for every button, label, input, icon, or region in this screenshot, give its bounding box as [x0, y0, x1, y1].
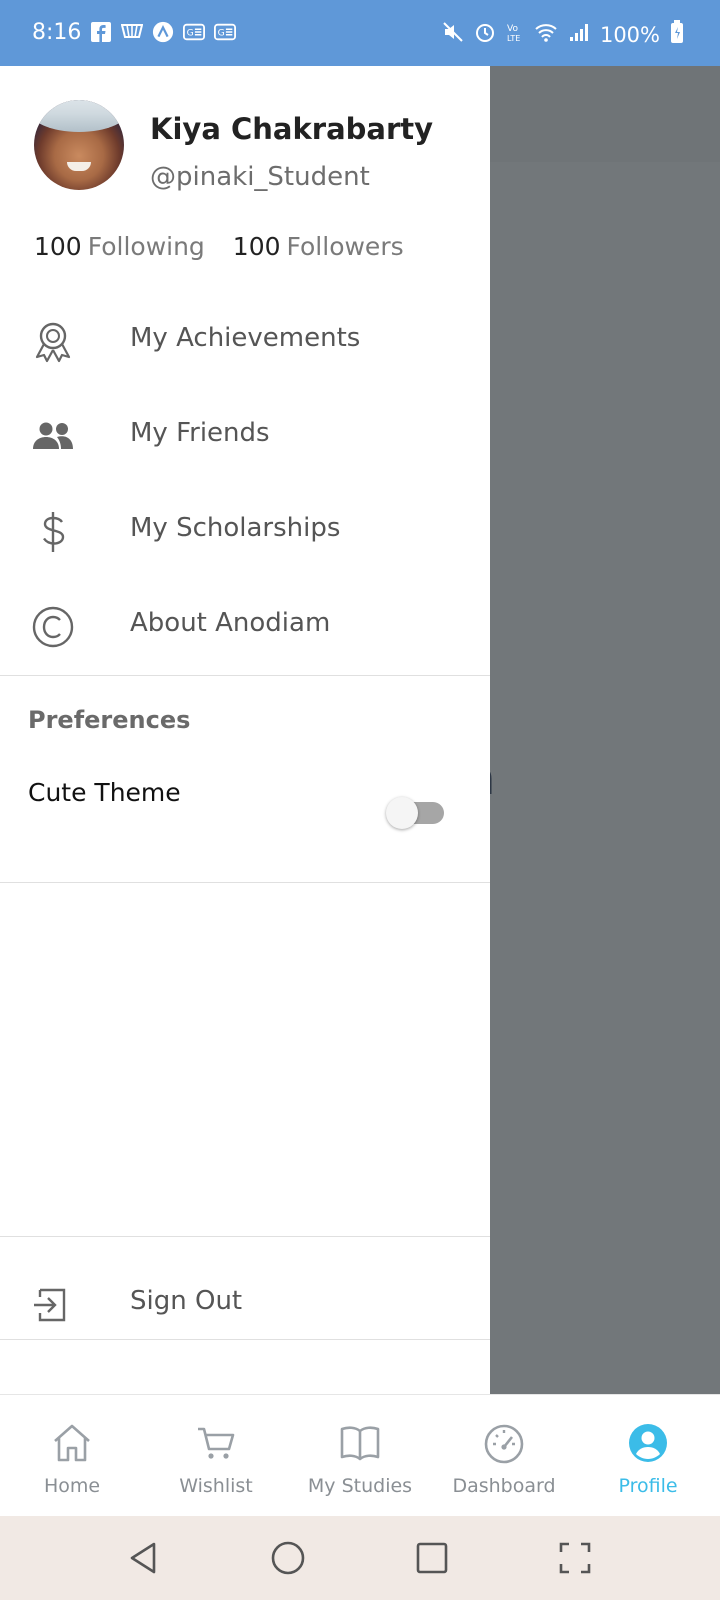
app-icon	[152, 21, 174, 43]
nav-wishlist-label: Wishlist	[179, 1475, 253, 1497]
back-icon[interactable]	[122, 1536, 166, 1580]
people-icon	[30, 414, 76, 460]
mute-icon	[442, 21, 464, 48]
menu-label-achievements: My Achievements	[130, 323, 361, 353]
cute-theme-toggle[interactable]	[386, 797, 444, 829]
recents-icon[interactable]	[410, 1536, 454, 1580]
facebook-icon	[90, 21, 112, 43]
svg-text:G: G	[218, 28, 225, 39]
notification-icon	[121, 21, 143, 43]
avatar-hat	[34, 100, 124, 132]
nav-my-studies-label: My Studies	[307, 1475, 413, 1497]
sign-out-icon	[30, 1282, 76, 1328]
dollar-icon	[30, 509, 76, 555]
menu-item-achievements[interactable]: My Achievements	[0, 299, 490, 379]
award-ribbon-icon	[30, 319, 76, 365]
bottom-navigation: Home Wishlist My Studies Dashboard Profi…	[0, 1394, 720, 1516]
sign-out-label: Sign Out	[130, 1286, 243, 1316]
followers-label: Followers	[286, 232, 404, 261]
svg-text:LTE: LTE	[507, 34, 520, 43]
nav-my-studies[interactable]: My Studies	[288, 1395, 432, 1517]
nav-profile[interactable]: Profile	[576, 1395, 720, 1517]
book-icon	[338, 1421, 382, 1465]
user-name: Kiya Chakrabarty	[150, 112, 434, 146]
nav-dashboard-label: Dashboard	[452, 1475, 556, 1497]
avatar[interactable]	[34, 100, 124, 190]
battery-percent: 100%	[599, 22, 660, 47]
navigation-drawer: Kiya Chakrabarty @pinaki_Student 100 Foll…	[0, 66, 490, 1394]
following-count: 100	[34, 232, 82, 261]
nav-wishlist[interactable]: Wishlist	[144, 1395, 288, 1517]
user-handle: @pinaki_Student	[150, 162, 370, 192]
signout-divider-bottom	[0, 1339, 490, 1340]
menu-label-about: About Anodiam	[130, 608, 331, 638]
followers-count: 100	[232, 232, 281, 261]
gmail-icon: G	[214, 21, 236, 43]
home-icon	[50, 1421, 94, 1465]
status-bar: 8:16 G G Vo LTE 100%	[0, 0, 720, 66]
cute-theme-label: Cute Theme	[28, 778, 181, 807]
gmail-icon: G	[183, 21, 205, 43]
following-stat[interactable]: 100 Following	[34, 232, 205, 261]
speedometer-icon	[482, 1421, 526, 1465]
nav-home-label: Home	[43, 1475, 101, 1497]
menu-item-friends[interactable]: My Friends	[0, 394, 490, 474]
menu-label-friends: My Friends	[130, 418, 270, 448]
signal-icon	[568, 21, 590, 48]
follow-stats: 100 Following 100 Followers	[34, 232, 404, 261]
sign-out-button[interactable]: Sign Out	[0, 1262, 490, 1342]
menu-item-about[interactable]: About Anodiam	[0, 584, 490, 664]
preferences-divider	[0, 882, 490, 883]
nav-home[interactable]: Home	[0, 1395, 144, 1517]
svg-text:Vo: Vo	[507, 24, 518, 34]
volte-icon: Vo LTE	[506, 21, 524, 48]
system-status-icons: Vo LTE 100%	[442, 20, 684, 49]
home-circle-icon[interactable]	[266, 1536, 310, 1580]
screenshot-icon[interactable]	[553, 1536, 597, 1580]
profile-icon	[626, 1421, 670, 1465]
preferences-title: Preferences	[28, 706, 191, 734]
copyright-icon	[30, 604, 76, 650]
signout-divider-top	[0, 1236, 490, 1237]
battery-icon	[670, 20, 684, 49]
wifi-icon	[534, 21, 558, 48]
svg-text:G: G	[187, 28, 194, 39]
nav-profile-label: Profile	[618, 1475, 678, 1497]
nav-dashboard[interactable]: Dashboard	[432, 1395, 576, 1517]
status-time: 8:16	[32, 20, 82, 45]
toggle-thumb	[386, 797, 418, 829]
cart-icon	[194, 1421, 238, 1465]
menu-label-scholarships: My Scholarships	[130, 513, 341, 543]
menu-divider	[0, 675, 490, 676]
avatar-smile	[67, 162, 91, 171]
system-navigation-bar	[0, 1516, 720, 1600]
followers-stat[interactable]: 100 Followers	[233, 232, 404, 261]
menu-item-scholarships[interactable]: My Scholarships	[0, 489, 490, 569]
notification-icons: G G	[90, 21, 236, 43]
alarm-icon	[474, 21, 496, 48]
following-label: Following	[87, 232, 205, 261]
